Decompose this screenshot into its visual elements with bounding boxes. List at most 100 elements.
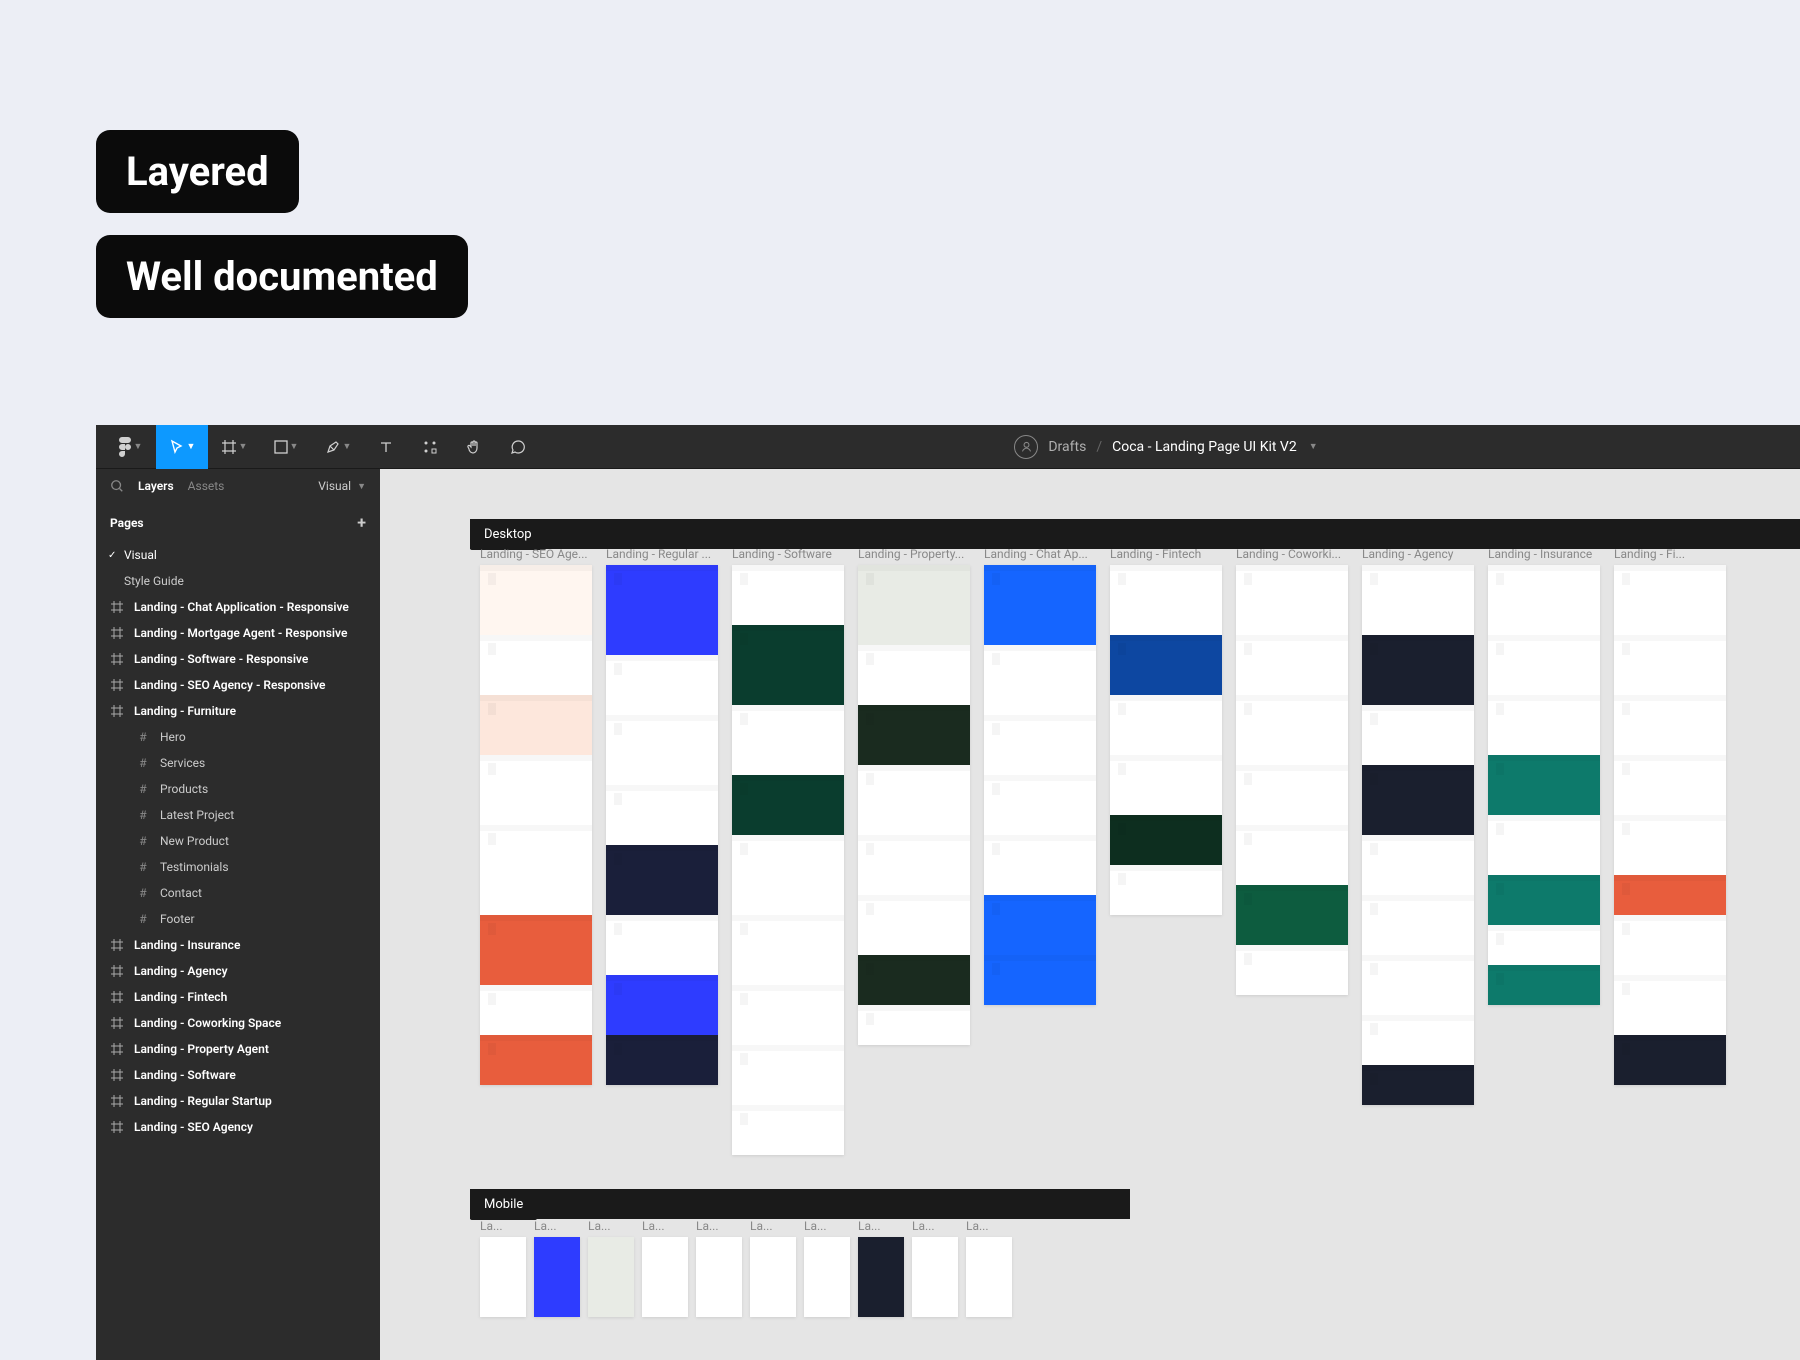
frame-tool-button[interactable]: ▼ (208, 425, 260, 469)
section-desktop-label[interactable]: Desktop (470, 519, 546, 550)
frame-body[interactable] (1236, 565, 1348, 995)
canvas-frame-mobile[interactable]: La... (858, 1219, 904, 1317)
layer-item[interactable]: Landing - Software (96, 1062, 380, 1088)
canvas-frame[interactable]: Landing - Insurance (1488, 547, 1600, 1155)
text-tool-button[interactable] (364, 425, 408, 469)
page-selector[interactable]: Visual ▼ (318, 479, 366, 493)
canvas-frame[interactable]: Landing - SEO Age... (480, 547, 592, 1155)
chevron-down-icon: ▼ (187, 441, 196, 452)
frame-body[interactable] (858, 565, 970, 1045)
canvas-frame[interactable]: Landing - Regular ... (606, 547, 718, 1155)
page-item[interactable]: Visual (96, 542, 380, 568)
layer-item[interactable]: Landing - Agency (96, 958, 380, 984)
frame-body[interactable] (804, 1237, 850, 1317)
layer-item[interactable]: Landing - Coworking Space (96, 1010, 380, 1036)
frame-body[interactable] (912, 1237, 958, 1317)
canvas-frame[interactable]: Landing - Coworki... (1236, 547, 1348, 1155)
toolbar: ▼ ▼ ▼ ▼ ▼ (96, 425, 1800, 469)
frame-body[interactable] (750, 1237, 796, 1317)
canvas-frame-mobile[interactable]: La... (804, 1219, 850, 1317)
layer-label: Landing - Chat Application - Responsive (134, 600, 349, 614)
frame-body[interactable] (480, 1237, 526, 1317)
comment-tool-button[interactable] (496, 425, 540, 469)
canvas-frame-mobile[interactable]: La... (750, 1219, 796, 1317)
pen-icon (325, 439, 341, 455)
frame-body[interactable] (1362, 565, 1474, 1105)
frame-body[interactable] (858, 1237, 904, 1317)
layer-item[interactable]: Landing - SEO Agency - Responsive (96, 672, 380, 698)
frame-body[interactable] (1488, 565, 1600, 1005)
canvas-frame-mobile[interactable]: La... (480, 1219, 526, 1317)
frame-body[interactable] (696, 1237, 742, 1317)
badge-documented: Well documented (96, 235, 468, 318)
layer-item[interactable]: Landing - Insurance (96, 932, 380, 958)
frame-body[interactable] (606, 565, 718, 1085)
layer-item-child[interactable]: #Services (96, 750, 380, 776)
user-avatar[interactable] (1014, 435, 1038, 459)
layer-item[interactable]: Landing - Property Agent (96, 1036, 380, 1062)
canvas-frame-mobile[interactable]: La... (534, 1219, 580, 1317)
canvas-frame[interactable]: Landing - Chat Ap... (984, 547, 1096, 1155)
section-mobile-label[interactable]: Mobile (470, 1189, 537, 1220)
chevron-down-icon[interactable]: ▼ (1309, 441, 1318, 452)
add-page-button[interactable]: + (357, 513, 366, 532)
canvas-frame[interactable]: Landing - Fintech (1110, 547, 1222, 1155)
layer-item[interactable]: Landing - Fintech (96, 984, 380, 1010)
comment-icon (510, 439, 526, 455)
canvas-frame[interactable]: Landing - Property... (858, 547, 970, 1155)
layer-item[interactable]: Landing - SEO Agency (96, 1114, 380, 1140)
layer-item[interactable]: Landing - Software - Responsive (96, 646, 380, 672)
shape-tool-button[interactable]: ▼ (260, 425, 312, 469)
move-tool-button[interactable]: ▼ (156, 425, 208, 469)
frame-body[interactable] (642, 1237, 688, 1317)
layer-item[interactable]: Landing - Regular Startup (96, 1088, 380, 1114)
canvas-frame-mobile[interactable]: La... (696, 1219, 742, 1317)
breadcrumb-root[interactable]: Drafts (1048, 439, 1086, 455)
layer-label: Hero (160, 730, 186, 744)
frame-body[interactable] (588, 1237, 634, 1317)
main-menu-button[interactable]: ▼ (104, 425, 156, 469)
frame-body[interactable] (966, 1237, 1012, 1317)
pen-tool-button[interactable]: ▼ (312, 425, 364, 469)
chevron-down-icon: ▼ (290, 441, 299, 452)
canvas-frame-mobile[interactable]: La... (912, 1219, 958, 1317)
hand-tool-button[interactable] (452, 425, 496, 469)
search-icon[interactable] (110, 479, 124, 493)
canvas[interactable]: Desktop Landing - SEO Age... Landing - Re… (380, 469, 1800, 1360)
layer-item-child[interactable]: #Latest Project (96, 802, 380, 828)
page-item[interactable]: Style Guide (96, 568, 380, 594)
canvas-frame[interactable]: Landing - Software (732, 547, 844, 1155)
frame-body[interactable] (480, 565, 592, 1085)
canvas-frame-mobile[interactable]: La... (642, 1219, 688, 1317)
layer-label: Landing - Software (134, 1068, 236, 1082)
frame-body[interactable] (534, 1237, 580, 1317)
frame-title: La... (642, 1219, 688, 1233)
breadcrumb-file[interactable]: Coca - Landing Page UI Kit V2 (1112, 439, 1297, 455)
frame-body[interactable] (732, 565, 844, 1155)
layer-item-child[interactable]: #New Product (96, 828, 380, 854)
text-icon (378, 439, 394, 455)
section-desktop-bar (470, 519, 1800, 549)
layer-item-child[interactable]: #Products (96, 776, 380, 802)
canvas-frame[interactable]: Landing - Fi... (1614, 547, 1726, 1155)
layer-item-child[interactable]: #Hero (96, 724, 380, 750)
canvas-frame-mobile[interactable]: La... (966, 1219, 1012, 1317)
canvas-frame[interactable]: Landing - Agency (1362, 547, 1474, 1155)
frame-body[interactable] (984, 565, 1096, 1005)
canvas-frame-mobile[interactable]: La... (588, 1219, 634, 1317)
chevron-down-icon: ▼ (357, 481, 366, 492)
frame-icon (110, 1042, 124, 1056)
layer-label: Services (160, 756, 205, 770)
layer-item-child[interactable]: #Footer (96, 906, 380, 932)
resources-button[interactable] (408, 425, 452, 469)
tab-layers[interactable]: Layers (138, 479, 174, 493)
layer-item[interactable]: Landing - Chat Application - Responsive (96, 594, 380, 620)
layer-item[interactable]: Landing - Furniture (96, 698, 380, 724)
layer-item-child[interactable]: #Contact (96, 880, 380, 906)
tab-assets[interactable]: Assets (188, 479, 225, 493)
frame-body[interactable] (1110, 565, 1222, 915)
layer-item[interactable]: Landing - Mortgage Agent - Responsive (96, 620, 380, 646)
frame-body[interactable] (1614, 565, 1726, 1085)
frame-title: Landing - Regular ... (606, 547, 718, 561)
layer-item-child[interactable]: #Testimonials (96, 854, 380, 880)
